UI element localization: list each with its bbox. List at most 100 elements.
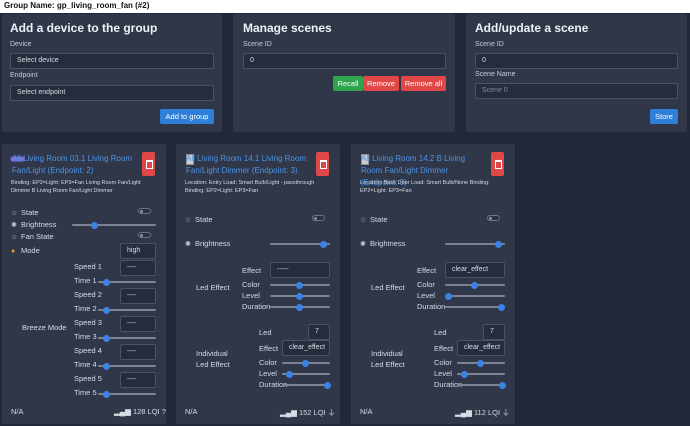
speed-5-select[interactable]: ---- <box>120 372 156 388</box>
update-scene-title: Add/update a scene <box>475 21 589 35</box>
update-scene-card: Add/update a scene Scene ID 0 Scene Name… <box>466 14 687 132</box>
star-icon: ☆ <box>185 217 192 224</box>
state-toggle[interactable] <box>312 215 325 221</box>
sun-icon: ✺ <box>185 241 191 248</box>
brightness-slider[interactable] <box>72 221 156 229</box>
state-toggle[interactable] <box>487 215 500 221</box>
store-button[interactable]: Store <box>650 109 678 124</box>
time-4-slider[interactable] <box>98 362 156 370</box>
speed-1-select[interactable]: ---- <box>120 260 156 276</box>
manage-scenes-title: Manage scenes <box>243 21 332 35</box>
speed-4-select[interactable]: ---- <box>120 344 156 360</box>
scene-name-input[interactable]: Scene 0 <box>475 83 678 99</box>
device-label: Device <box>10 41 32 48</box>
time-4-label: Time 4 <box>74 360 97 369</box>
recall-button[interactable]: Recall <box>333 76 363 91</box>
signal-icon: ▂▄▆ <box>280 408 299 417</box>
fan-state-toggle[interactable] <box>138 232 151 238</box>
device-binding: Binding: EP2=Light: EP3=Fan Living Room … <box>11 180 141 194</box>
state-label: ☆ State <box>360 215 388 224</box>
speed-5-label: Speed 5 <box>74 374 102 383</box>
time-5-slider[interactable] <box>98 390 156 398</box>
duration-label: Duration <box>242 302 271 311</box>
color-slider[interactable] <box>445 281 505 289</box>
effect-select[interactable]: clear_effect <box>445 262 505 278</box>
footer-status: N/A <box>360 407 373 416</box>
unknown-status-icon: ? <box>161 407 166 416</box>
time-2-slider[interactable] <box>98 306 156 314</box>
device-card: All Living Room 14.2 B Living Room Fan/L… <box>351 144 515 424</box>
duration-slider[interactable] <box>270 303 330 311</box>
plug-icon: ⏚ <box>502 408 510 417</box>
device-location: Location: Back Door Load: Smart Bulb/Non… <box>360 180 490 194</box>
speed-2-label: Speed 2 <box>74 290 102 299</box>
effect-select[interactable]: ----- <box>270 262 330 278</box>
delete-device-button[interactable] <box>491 152 504 176</box>
individual-effect-label: Effect <box>259 344 279 353</box>
led-effect-label: Led Effect <box>371 283 405 292</box>
fan-state-label: ☆ Fan State <box>11 232 54 241</box>
device-select[interactable]: Select device <box>10 53 214 69</box>
remove-button[interactable]: Remove <box>363 76 399 91</box>
level-slider[interactable] <box>270 292 330 300</box>
duration-slider[interactable] <box>445 303 505 311</box>
effect-label: Effect <box>417 266 437 275</box>
scene-id-label: Scene ID <box>243 41 272 48</box>
star-icon: ☆ <box>11 234 18 241</box>
color-label: Color <box>242 280 260 289</box>
scene-id-input[interactable]: 0 <box>475 53 678 69</box>
scene-id-input[interactable]: 0 <box>243 53 446 69</box>
individual-level-slider[interactable] <box>457 370 505 378</box>
delete-device-button[interactable] <box>316 152 329 176</box>
level-label: Level <box>417 291 435 300</box>
footer-status: N/A <box>185 407 198 416</box>
remove-all-button[interactable]: Remove all <box>401 76 446 91</box>
device-name-link[interactable]: All Living Room 14.1 Living Room Fan/Lig… <box>186 153 310 177</box>
device-name-link[interactable]: All Living Room 03.1 Living Room Fan/Lig… <box>12 153 136 177</box>
mode-label: ● Mode <box>11 246 40 255</box>
individual-effect-label: Effect <box>434 344 454 353</box>
level-slider[interactable] <box>445 292 505 300</box>
individual-color-slider[interactable] <box>282 359 330 367</box>
state-label: ☆ State <box>11 208 39 217</box>
footer-status: N/A <box>11 407 24 416</box>
users-icon: ● <box>11 248 16 255</box>
speed-4-label: Speed 4 <box>74 346 102 355</box>
individual-level-label: Level <box>259 369 277 378</box>
endpoint-select[interactable]: Select endpoint <box>10 85 214 101</box>
individual-level-slider[interactable] <box>282 370 330 378</box>
individual-led-effect-label: Individual Led Effect <box>371 349 405 369</box>
star-icon: ☆ <box>11 210 18 217</box>
brightness-slider[interactable] <box>445 240 505 248</box>
group-name-header: Group Name: gp_living_room_fan (#2) <box>0 0 690 13</box>
individual-effect-select[interactable]: clear_effect <box>457 340 505 356</box>
led-effect-label: Led Effect <box>196 283 230 292</box>
mode-select[interactable]: high <box>120 243 156 259</box>
time-3-slider[interactable] <box>98 334 156 342</box>
brightness-slider[interactable] <box>270 240 330 248</box>
time-3-label: Time 3 <box>74 332 97 341</box>
state-label: ☆ State <box>185 215 213 224</box>
device-card: All Living Room 03.1 Living Room Fan/Lig… <box>2 144 166 424</box>
state-toggle[interactable] <box>138 208 151 214</box>
individual-effect-select[interactable]: clear_effect <box>282 340 330 356</box>
individual-duration-slider[interactable] <box>282 381 331 389</box>
individual-level-label: Level <box>434 369 452 378</box>
led-label: Led <box>259 328 272 337</box>
scene-name-label: Scene Name <box>475 71 516 78</box>
sun-icon: ✺ <box>360 241 366 248</box>
led-number-input[interactable]: 7 <box>483 324 505 340</box>
signal-icon: ▂▄▆ <box>114 407 133 416</box>
led-number-input[interactable]: 7 <box>308 324 330 340</box>
add-to-group-button[interactable]: Add to group <box>160 109 214 124</box>
individual-duration-slider[interactable] <box>457 381 506 389</box>
speed-2-select[interactable]: ---- <box>120 288 156 304</box>
brightness-label: ✺ Brightness <box>11 220 57 229</box>
time-1-slider[interactable] <box>98 278 156 286</box>
individual-color-slider[interactable] <box>457 359 505 367</box>
breeze-mode-label: Breeze Mode <box>22 323 67 332</box>
signal-icon: ▂▄▆ <box>455 408 474 417</box>
speed-3-select[interactable]: ---- <box>120 316 156 332</box>
delete-device-button[interactable] <box>142 152 155 176</box>
color-slider[interactable] <box>270 281 330 289</box>
